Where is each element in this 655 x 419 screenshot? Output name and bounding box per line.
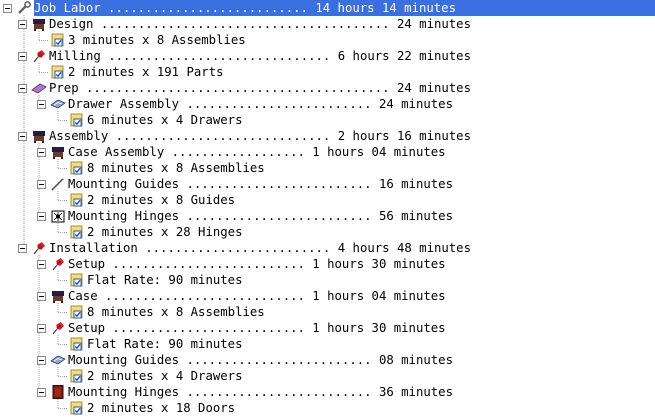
- tree-group-item[interactable]: Milling .............................. 6…: [31, 48, 655, 64]
- note-check-icon: [69, 225, 85, 239]
- tree-leaf-item[interactable]: 2 minutes x 4 Drawers: [69, 368, 655, 384]
- tree-item-label: Mounting Hinges ........................…: [68, 209, 453, 223]
- tree-leaf-item[interactable]: 6 minutes x 4 Drawers: [69, 112, 655, 128]
- tree-item-label: Mounting Hinges ........................…: [68, 385, 453, 399]
- collapse-toggle-icon[interactable]: [37, 212, 46, 221]
- drafting-table-icon: [50, 289, 66, 303]
- drawer-icon: [50, 97, 66, 111]
- tree-root-item[interactable]: Job Labor ........................... 14…: [16, 0, 655, 16]
- tree-item-label: Drawer Assembly ........................…: [68, 97, 453, 111]
- collapse-toggle-icon[interactable]: [3, 4, 12, 13]
- tree-item-label: 8 minutes x 8 Assemblies: [87, 305, 265, 319]
- hinge-icon: [50, 209, 66, 223]
- tree-item-label: 2 minutes x 28 Hinges: [87, 225, 243, 239]
- collapse-toggle-icon[interactable]: [37, 292, 46, 301]
- tree-leaf-item[interactable]: 2 minutes x 18 Doors: [69, 400, 655, 416]
- collapse-toggle-icon[interactable]: [18, 52, 27, 61]
- note-check-icon: [69, 161, 85, 175]
- collapse-toggle-icon[interactable]: [18, 244, 27, 253]
- drafting-table-icon: [50, 145, 66, 159]
- panel-icon: [31, 81, 47, 95]
- tree-item-label: 3 minutes x 8 Assemblies: [68, 33, 246, 47]
- collapse-toggle-icon[interactable]: [37, 260, 46, 269]
- tree-item-label: Setup .......................... 1 hours…: [68, 321, 446, 335]
- collapse-toggle-icon[interactable]: [18, 20, 27, 29]
- note-check-icon: [69, 337, 85, 351]
- collapse-toggle-icon[interactable]: [37, 356, 46, 365]
- tree-leaf-item[interactable]: 2 minutes x 191 Parts: [50, 64, 655, 80]
- tree-group-item[interactable]: Mounting Guides ........................…: [50, 352, 655, 368]
- tree-item-label: 2 minutes x 8 Guides: [87, 193, 236, 207]
- note-check-icon: [69, 305, 85, 319]
- job-labor-tree[interactable]: Job Labor ........................... 14…: [0, 0, 655, 416]
- collapse-toggle-icon[interactable]: [37, 148, 46, 157]
- tree-group-item[interactable]: Case Assembly .................. 1 hours…: [50, 144, 655, 160]
- note-check-icon: [50, 65, 66, 79]
- note-check-icon: [69, 113, 85, 127]
- collapse-toggle-icon[interactable]: [37, 100, 46, 109]
- collapse-toggle-icon[interactable]: [18, 84, 27, 93]
- tree-group-item[interactable]: Installation ......................... 4…: [31, 240, 655, 256]
- tree-group-item[interactable]: Design .................................…: [31, 16, 655, 32]
- tree-leaf-item[interactable]: 8 minutes x 8 Assemblies: [69, 304, 655, 320]
- note-check-icon: [50, 33, 66, 47]
- tree-item-label: Prep ...................................…: [49, 81, 471, 95]
- tree-item-label: Setup .......................... 1 hours…: [68, 257, 446, 271]
- tree-group-item[interactable]: Prep ...................................…: [31, 80, 655, 96]
- red-pushpin-icon: [31, 241, 47, 255]
- tree-item-label: Milling .............................. 6…: [49, 49, 471, 63]
- red-pushpin-icon: [50, 321, 66, 335]
- tree-item-label: 2 minutes x 191 Parts: [68, 65, 224, 79]
- note-check-icon: [69, 273, 85, 287]
- tree-group-item[interactable]: Setup .......................... 1 hours…: [50, 256, 655, 272]
- tree-item-label: Case ........................... 1 hours…: [68, 289, 446, 303]
- note-check-icon: [69, 369, 85, 383]
- collapse-toggle-icon[interactable]: [37, 324, 46, 333]
- tree-group-item[interactable]: Assembly ............................. 2…: [31, 128, 655, 144]
- drafting-table-icon: [31, 17, 47, 31]
- tree-group-item[interactable]: Case ........................... 1 hours…: [50, 288, 655, 304]
- tree-item-label: Installation ......................... 4…: [49, 241, 471, 255]
- tree-group-item[interactable]: Drawer Assembly ........................…: [50, 96, 655, 112]
- collapse-toggle-icon[interactable]: [37, 180, 46, 189]
- red-pushpin-icon: [31, 49, 47, 63]
- collapse-toggle-icon[interactable]: [18, 132, 27, 141]
- collapse-toggle-icon[interactable]: [37, 388, 46, 397]
- tree-group-item[interactable]: Mounting Hinges ........................…: [50, 208, 655, 224]
- wrench-icon: [16, 1, 32, 15]
- tree-item-label: Design .................................…: [49, 17, 471, 31]
- tree-item-label: 6 minutes x 4 Drawers: [87, 113, 243, 127]
- drawer-icon: [50, 353, 66, 367]
- tree-leaf-item[interactable]: 2 minutes x 28 Hinges: [69, 224, 655, 240]
- tree-leaf-item[interactable]: 3 minutes x 8 Assemblies: [50, 32, 655, 48]
- tree-item-label: 2 minutes x 4 Drawers: [87, 369, 243, 383]
- tree-group-item[interactable]: Mounting Guides ........................…: [50, 176, 655, 192]
- door-icon: [50, 385, 66, 399]
- tree-leaf-item[interactable]: 8 minutes x 8 Assemblies: [69, 160, 655, 176]
- tree-leaf-item[interactable]: 2 minutes x 8 Guides: [69, 192, 655, 208]
- tree-leaf-item[interactable]: Flat Rate: 90 minutes: [69, 272, 655, 288]
- tree-item-label: 2 minutes x 18 Doors: [87, 401, 236, 415]
- drafting-table-icon: [31, 129, 47, 143]
- red-pushpin-icon: [50, 257, 66, 271]
- tree-item-label: 8 minutes x 8 Assemblies: [87, 161, 265, 175]
- tree-group-item[interactable]: Setup .......................... 1 hours…: [50, 320, 655, 336]
- tree-item-label: Mounting Guides ........................…: [68, 353, 453, 367]
- note-check-icon: [69, 193, 85, 207]
- tree-group-item[interactable]: Mounting Hinges ........................…: [50, 384, 655, 400]
- tree-leaf-item[interactable]: Flat Rate: 90 minutes: [69, 336, 655, 352]
- tree-item-label: Flat Rate: 90 minutes: [87, 273, 243, 287]
- tree-item-label: Flat Rate: 90 minutes: [87, 337, 243, 351]
- tree-item-label: Job Labor ........................... 14…: [34, 0, 655, 16]
- guide-rail-icon: [50, 177, 66, 191]
- note-check-icon: [69, 401, 85, 415]
- tree-item-label: Mounting Guides ........................…: [68, 177, 453, 191]
- tree-item-label: Case Assembly .................. 1 hours…: [68, 145, 446, 159]
- tree-item-label: Assembly ............................. 2…: [49, 129, 471, 143]
